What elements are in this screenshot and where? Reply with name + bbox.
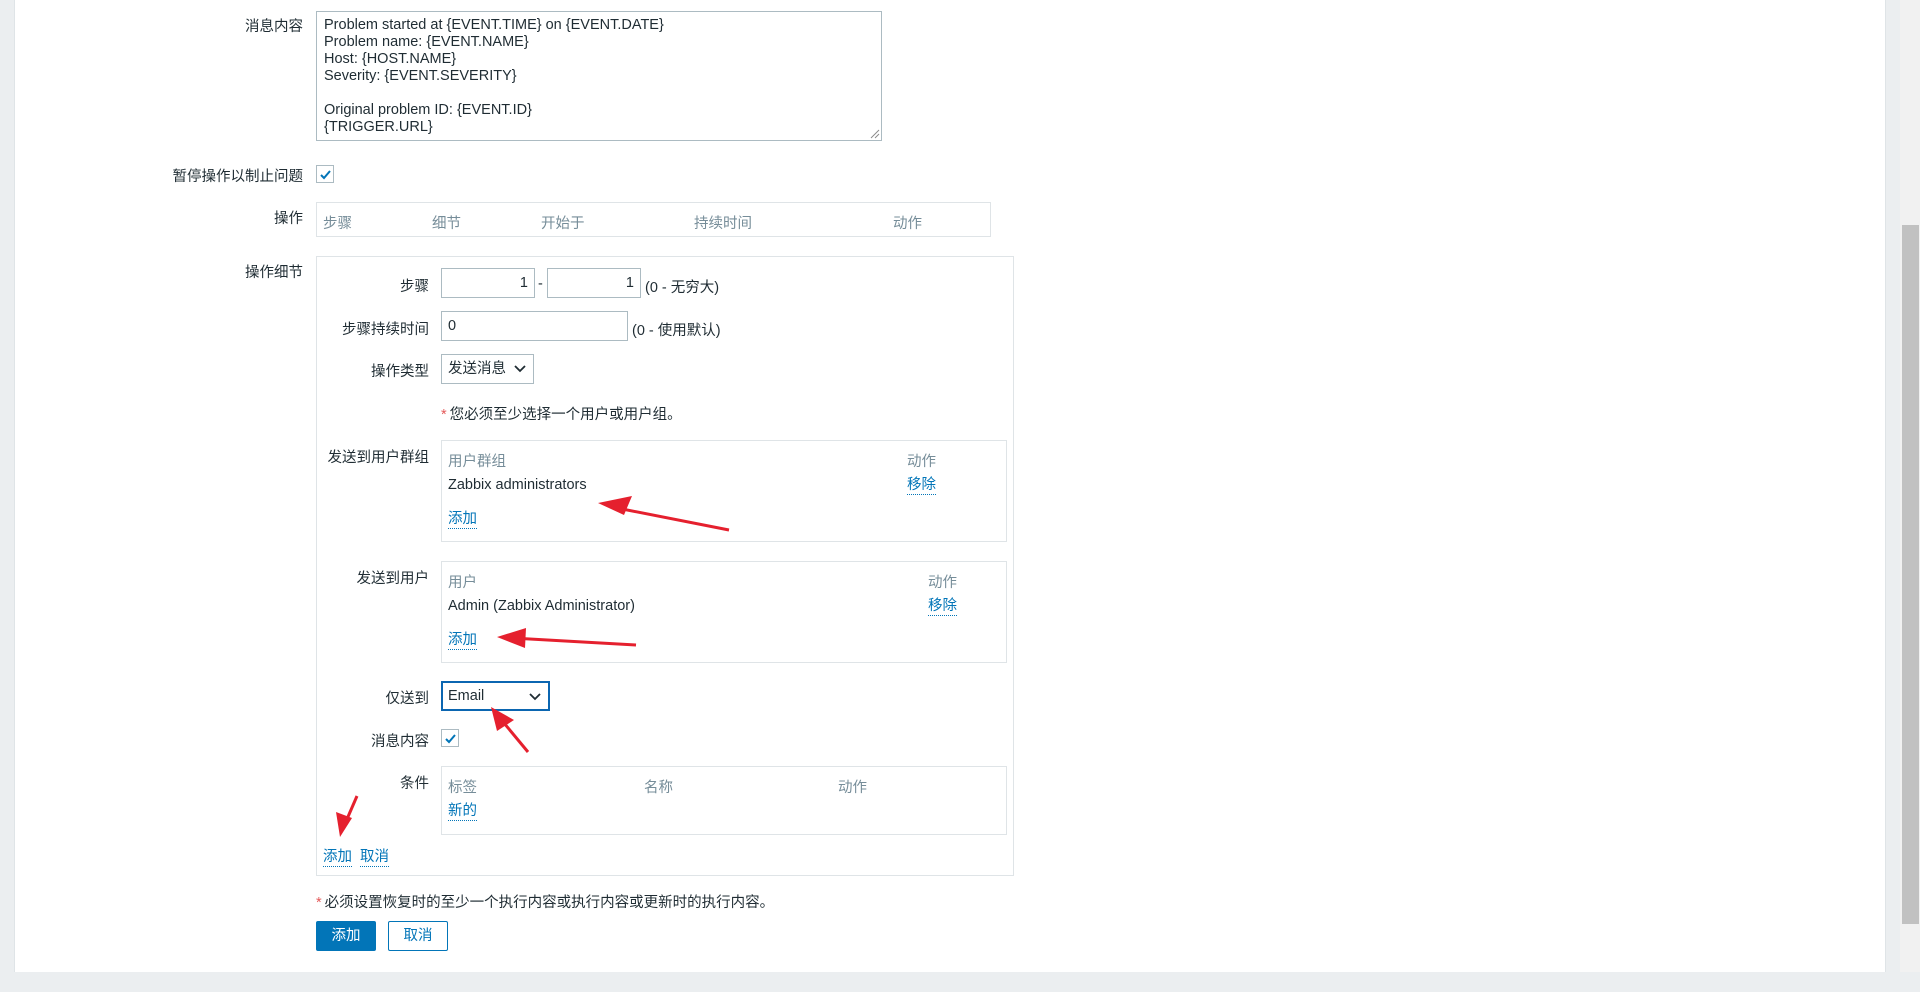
user-row-name: Admin (Zabbix Administrator) [448, 598, 635, 614]
conditions-header-label: 标签 [448, 780, 477, 796]
custom-message-checkbox[interactable] [441, 729, 459, 747]
recovery-required-note-text: 必须设置恢复时的至少一个执行内容或执行内容或更新时的执行内容。 [324, 895, 775, 911]
send-to-groups-label: 发送到用户群组 [327, 450, 430, 466]
page-bottom-margin [0, 972, 1920, 992]
checkmark-icon [320, 170, 331, 180]
step-duration-label: 步骤持续时间 [342, 322, 429, 338]
operation-add-link[interactable]: 添加 [323, 849, 352, 867]
pause-operations-label: 暂停操作以制止问题 [172, 169, 304, 185]
conditions-new-link[interactable]: 新的 [448, 803, 477, 821]
user-group-row-name: Zabbix administrators [448, 477, 587, 493]
resize-handle-icon[interactable] [870, 129, 880, 139]
conditions-header-action: 动作 [838, 780, 867, 796]
operations-header-step: 步骤 [323, 216, 352, 232]
conditions-table: 标签 名称 动作 新的 [441, 766, 1007, 835]
message-content-label: 消息内容 [245, 19, 303, 35]
steps-hint: (0 - 无穷大) [645, 280, 720, 296]
user-groups-table: 用户群组 动作 Zabbix administrators 移除 添加 [441, 440, 1007, 542]
conditions-header-name: 名称 [644, 780, 673, 796]
operation-type-value: 发送消息 [448, 361, 506, 377]
send-only-to-label: 仅送到 [385, 691, 430, 707]
user-group-remove-link[interactable]: 移除 [907, 477, 936, 495]
users-table: 用户 动作 Admin (Zabbix Administrator) 移除 添加 [441, 561, 1007, 663]
pause-operations-checkbox[interactable] [316, 165, 334, 183]
users-header-name: 用户 [448, 575, 477, 591]
operation-details-label: 操作细节 [245, 265, 303, 281]
checkmark-icon [445, 734, 456, 744]
step-to-input[interactable]: 1 [547, 268, 641, 298]
operations-label: 操作 [274, 211, 303, 227]
required-user-note: * 您必须至少选择一个用户或用户组。 [441, 403, 682, 424]
send-to-users-label: 发送到用户 [356, 571, 430, 587]
step-duration-hint: (0 - 使用默认) [632, 323, 721, 339]
step-range-dash: - [538, 276, 543, 292]
chevron-down-icon [514, 365, 526, 373]
users-header-action: 动作 [928, 575, 957, 591]
users-add-link[interactable]: 添加 [448, 632, 477, 650]
chevron-down-icon [529, 693, 541, 701]
conditions-label: 条件 [400, 776, 429, 792]
user-groups-header-action: 动作 [907, 454, 936, 470]
step-from-input[interactable]: 1 [441, 268, 535, 298]
operation-type-label: 操作类型 [371, 364, 429, 380]
send-only-to-value: Email [448, 688, 485, 704]
user-groups-add-link[interactable]: 添加 [448, 511, 477, 529]
send-only-to-select[interactable]: Email [441, 681, 550, 711]
operations-table: 步骤 细节 开始于 持续时间 动作 [316, 202, 991, 237]
operations-header-details: 细节 [432, 216, 461, 232]
steps-label: 步骤 [400, 279, 429, 295]
required-user-note-text: 您必须至少选择一个用户或用户组。 [449, 407, 682, 423]
message-content-textarea[interactable]: Problem started at {EVENT.TIME} on {EVEN… [316, 11, 882, 141]
operations-header-action: 动作 [893, 216, 922, 232]
recovery-required-note: * 必须设置恢复时的至少一个执行内容或执行内容或更新时的执行内容。 [316, 891, 774, 912]
add-button[interactable]: 添加 [316, 921, 376, 951]
operation-type-select[interactable]: 发送消息 [441, 354, 534, 384]
user-remove-link[interactable]: 移除 [928, 598, 957, 616]
custom-message-label: 消息内容 [371, 734, 429, 750]
required-star: * [316, 895, 322, 911]
operation-cancel-link[interactable]: 取消 [360, 849, 389, 867]
scrollbar-thumb[interactable] [1902, 225, 1919, 924]
user-groups-header-name: 用户群组 [448, 454, 506, 470]
operations-header-duration: 持续时间 [694, 216, 752, 232]
step-duration-input[interactable]: 0 [441, 311, 628, 341]
cancel-button[interactable]: 取消 [388, 921, 448, 951]
required-star: * [441, 407, 447, 423]
operations-header-start: 开始于 [541, 216, 585, 232]
